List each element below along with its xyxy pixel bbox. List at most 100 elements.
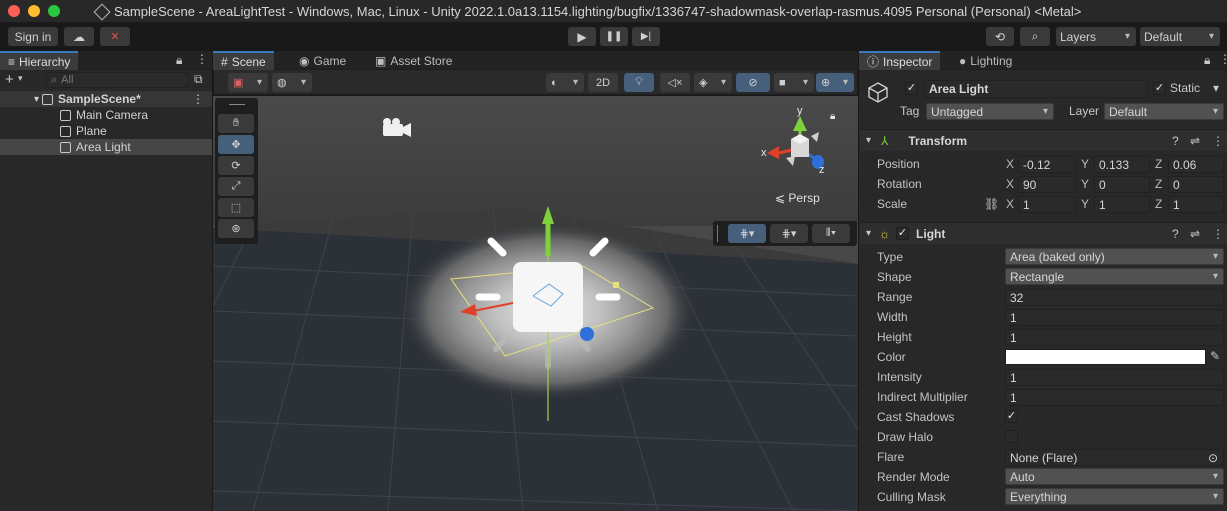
window-title-text: SampleScene - AreaLightTest - Windows, M… xyxy=(114,4,1082,19)
drag-handle[interactable] xyxy=(229,104,245,105)
shading-dropdown[interactable]: ◐ xyxy=(546,73,584,92)
position-x-field[interactable]: -0.12 xyxy=(1018,156,1076,173)
light-header[interactable]: ▾ ☼ ✓ Light ? ⇌ ⋮ xyxy=(860,222,1227,244)
scene-viewport[interactable]: y x z 🔒︎ ⩽ Persp ✋︎ ✥ ⟳ ⤢ ⬚ ⊛ ⋕▾ ⋕▾ ⦀▾ xyxy=(213,96,858,511)
draw-mode-dropdown[interactable]: ▣ xyxy=(228,73,268,92)
type-dropdown[interactable]: Area (baked only) xyxy=(1005,248,1224,265)
pause-button[interactable]: ❚❚ xyxy=(600,27,628,46)
shape-dropdown[interactable]: Rectangle xyxy=(1005,268,1224,285)
scene-toolbar: ▣ ◍ ◐ 2D 💡︎ ◁× ◈ ⊘ ■ ⊕ xyxy=(214,70,857,95)
rotation-x-field[interactable]: 90 xyxy=(1018,176,1076,193)
position-y-field[interactable]: 0.133 xyxy=(1094,156,1150,173)
object-picker-icon[interactable]: ⊙ xyxy=(1208,451,1218,465)
width-field[interactable]: 1 xyxy=(1005,309,1224,326)
lock-icon[interactable]: 🔒︎ xyxy=(176,53,182,68)
filter-icon[interactable]: ⧉ xyxy=(194,72,203,87)
intensity-field[interactable]: 1 xyxy=(1005,369,1224,386)
lock-icon[interactable]: 🔒︎ xyxy=(830,111,835,122)
hierarchy-search-input[interactable]: ⌕ All xyxy=(46,72,189,88)
rect-tool-button[interactable]: ⬚ xyxy=(218,198,254,217)
position-z-field[interactable]: 0.06 xyxy=(1168,156,1224,173)
color-swatch[interactable] xyxy=(1005,349,1206,365)
layers-dropdown[interactable]: Layers xyxy=(1056,27,1136,46)
grid-settings-dropdown[interactable]: ⦀▾ xyxy=(812,224,850,243)
cast-shadows-checkbox[interactable]: ✓ xyxy=(1005,410,1018,423)
toggle-2d-button[interactable]: 2D xyxy=(588,73,618,92)
transform-header[interactable]: ▾ ⅄ Transform ? ⇌ ⋮ xyxy=(860,129,1227,151)
transform-tool-button[interactable]: ⊛ xyxy=(218,219,254,238)
drag-handle[interactable] xyxy=(717,225,718,242)
camera-dropdown[interactable]: ■ xyxy=(774,73,814,92)
sign-in-button[interactable]: Sign in xyxy=(8,27,58,46)
culling-mask-dropdown[interactable]: Everything xyxy=(1005,488,1224,505)
search-icon[interactable]: ⌕ xyxy=(1020,27,1050,46)
rotation-y-field[interactable]: 0 xyxy=(1094,176,1150,193)
light-enabled-checkbox[interactable]: ✓ xyxy=(896,227,910,240)
draw-halo-checkbox[interactable] xyxy=(1005,430,1018,443)
height-field[interactable]: 1 xyxy=(1005,329,1224,346)
scale-z-field[interactable]: 1 xyxy=(1168,196,1224,213)
step-button[interactable]: ▶| xyxy=(632,27,660,46)
close-window-button[interactable] xyxy=(8,5,20,17)
tab-scene[interactable]: # Scene xyxy=(213,51,274,70)
scale-tool-button[interactable]: ⤢ xyxy=(218,177,254,196)
more-icon[interactable]: ⋮ xyxy=(192,92,204,106)
cloud-icon[interactable]: ☁ xyxy=(64,27,94,46)
expand-arrow-icon[interactable]: ▾ xyxy=(34,94,39,105)
link-icon[interactable]: ⛓︎ xyxy=(984,197,999,211)
more-icon[interactable]: ⋮ xyxy=(1219,52,1227,66)
hand-tool-button[interactable]: ✋︎ xyxy=(218,114,254,133)
add-icon[interactable]: + xyxy=(5,71,14,88)
range-field[interactable]: 32 xyxy=(1005,289,1224,306)
perspective-label[interactable]: ⩽ Persp xyxy=(775,191,820,205)
lock-icon[interactable]: 🔒︎ xyxy=(1204,53,1210,68)
grid-snap-dropdown[interactable]: ⋕▾ xyxy=(728,224,766,243)
layer-dropdown[interactable]: Default xyxy=(1104,103,1224,120)
chevron-down-icon[interactable]: ▾ xyxy=(18,73,23,84)
render-mode-dropdown[interactable]: Auto xyxy=(1005,468,1224,485)
global-dropdown[interactable]: ◍ xyxy=(272,73,312,92)
more-icon[interactable]: ⋮ xyxy=(196,52,208,66)
history-icon[interactable]: ⟲ xyxy=(986,27,1014,46)
hierarchy-scene-row[interactable]: ▾ SampleScene* ⋮ xyxy=(0,91,212,107)
list-item[interactable]: Plane xyxy=(0,123,212,139)
tab-game[interactable]: ◉ Game xyxy=(291,51,354,70)
static-checkbox[interactable]: ✓ xyxy=(1153,82,1166,95)
presets-icon[interactable]: ⇌ xyxy=(1190,227,1200,241)
presets-icon[interactable]: ⇌ xyxy=(1190,134,1200,148)
tag-dropdown[interactable]: Untagged xyxy=(926,103,1054,120)
scale-y-field[interactable]: 1 xyxy=(1094,196,1150,213)
gizmos-dropdown[interactable]: ⊕ xyxy=(816,73,854,92)
tab-lighting[interactable]: ● Lighting xyxy=(951,51,1020,70)
eyedropper-icon[interactable]: ✎ xyxy=(1210,349,1220,363)
list-item[interactable]: Area Light xyxy=(0,139,212,155)
minimize-window-button[interactable] xyxy=(28,5,40,17)
more-icon[interactable]: ⋮ xyxy=(1212,134,1224,148)
play-button[interactable]: ▶ xyxy=(568,27,596,46)
flare-field[interactable]: None (Flare) ⊙ xyxy=(1005,449,1224,466)
active-checkbox[interactable]: ✓ xyxy=(905,82,918,95)
more-icon[interactable]: ⋮ xyxy=(1212,227,1224,241)
object-name-field[interactable]: Area Light xyxy=(924,80,1148,98)
list-item[interactable]: Main Camera xyxy=(0,107,212,123)
tab-hierarchy[interactable]: ≡ Hierarchy xyxy=(0,51,79,70)
tab-inspector[interactable]: ⓘ Inspector xyxy=(859,51,941,70)
axis-z-label: Z xyxy=(1155,197,1163,211)
help-icon[interactable]: ? xyxy=(1172,227,1179,241)
move-tool-button[interactable]: ✥ xyxy=(218,135,254,154)
scale-x-field[interactable]: 1 xyxy=(1018,196,1076,213)
rotate-tool-button[interactable]: ⟳ xyxy=(218,156,254,175)
indirect-multiplier-field[interactable]: 1 xyxy=(1005,389,1224,406)
increment-snap-dropdown[interactable]: ⋕▾ xyxy=(770,224,808,243)
layout-dropdown[interactable]: Default xyxy=(1140,27,1220,46)
tab-asset-store[interactable]: ▣ Asset Store xyxy=(367,51,460,70)
lighting-toggle-button[interactable]: 💡︎ xyxy=(624,73,654,92)
effects-dropdown[interactable]: ◈ xyxy=(694,73,732,92)
audio-toggle-button[interactable]: ◁× xyxy=(660,73,690,92)
rotation-z-field[interactable]: 0 xyxy=(1168,176,1224,193)
help-icon[interactable]: ? xyxy=(1172,134,1179,148)
collab-icon[interactable]: ✕ xyxy=(100,27,130,46)
visibility-toggle-button[interactable]: ⊘ xyxy=(736,73,770,92)
zoom-window-button[interactable] xyxy=(48,5,60,17)
chevron-down-icon[interactable]: ▾ xyxy=(1213,81,1219,95)
